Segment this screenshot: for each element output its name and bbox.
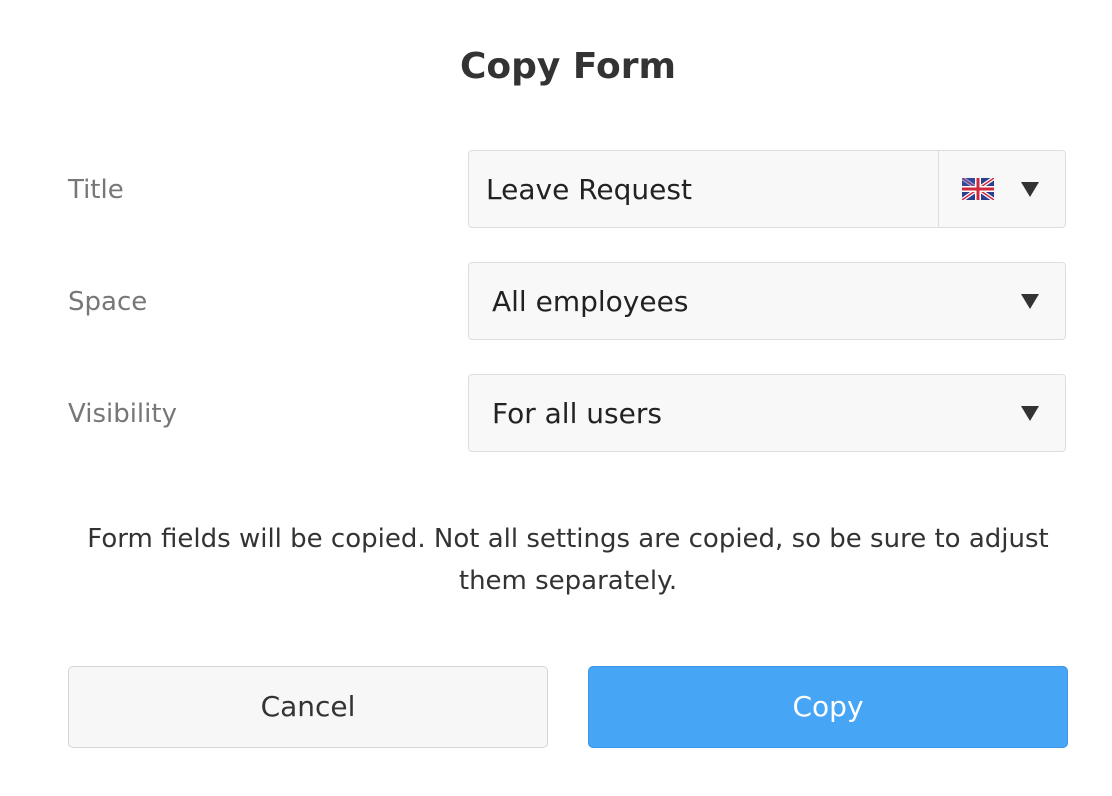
space-selected-value: All employees: [492, 285, 689, 318]
visibility-select[interactable]: For all users: [468, 374, 1066, 452]
cancel-button[interactable]: Cancel: [68, 666, 548, 748]
chevron-down-icon: [1021, 406, 1039, 421]
space-select[interactable]: All employees: [468, 262, 1066, 340]
chevron-down-icon: [1021, 294, 1039, 309]
copy-note: Form fields will be copied. Not all sett…: [87, 524, 1049, 596]
space-row: Space All employees: [68, 262, 1068, 342]
visibility-selected-value: For all users: [492, 397, 662, 430]
title-label: Title: [68, 175, 124, 205]
chevron-down-icon: [1021, 182, 1039, 197]
space-label: Space: [68, 287, 148, 317]
copy-form-dialog: Copy Form Title Leave Request Space All …: [0, 0, 1112, 796]
visibility-label: Visibility: [68, 399, 177, 429]
language-picker[interactable]: [938, 151, 1065, 227]
visibility-row: Visibility For all users: [68, 374, 1068, 454]
title-value[interactable]: Leave Request: [486, 171, 692, 209]
title-row: Title Leave Request: [68, 150, 1068, 230]
dialog-title: Copy Form: [459, 46, 677, 87]
title-input[interactable]: Leave Request: [468, 150, 1066, 228]
copy-button[interactable]: Copy: [588, 666, 1068, 748]
uk-flag-icon: [962, 178, 994, 200]
